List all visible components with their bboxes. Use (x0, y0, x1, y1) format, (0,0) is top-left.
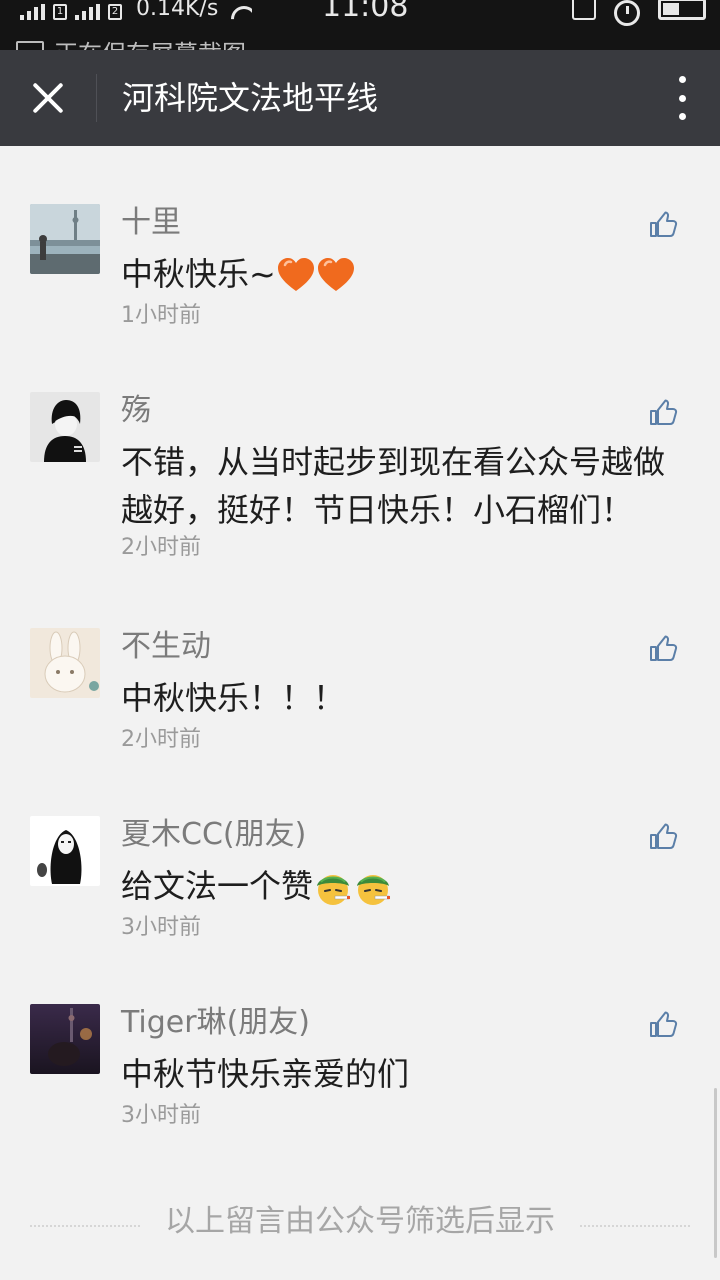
comment-author: 夏木CC(朋友) (121, 817, 307, 852)
comment-author: 不生动 (121, 629, 211, 664)
smoking-face-emoji-icon (313, 868, 353, 908)
comment-text-row: 中秋快乐~ (121, 250, 681, 298)
comment-time: 3小时前 (121, 915, 201, 940)
notification-text: 正在保存屏幕截图 (54, 34, 246, 50)
comment-time: 1小时前 (121, 303, 201, 328)
comment-time: 3小时前 (121, 1103, 201, 1128)
signal-2-icon (75, 4, 100, 20)
avatar[interactable] (30, 204, 100, 274)
more-vertical-icon[interactable] (672, 76, 692, 120)
comment-text: 中秋快乐~ (121, 255, 276, 293)
thumbs-up-icon[interactable] (648, 210, 678, 240)
comment-text: 中秋节快乐亲爱的们 (121, 1055, 410, 1093)
comment-time: 2小时前 (121, 535, 201, 560)
comment-text: 不错，从当时起步到现在看公众号越做越好，挺好！节日快乐！小石榴们！ (121, 443, 666, 529)
header-divider (96, 74, 97, 122)
comment-time: 2小时前 (121, 727, 201, 752)
comment-author: 殇 (121, 393, 151, 428)
heart-emoji-icon (276, 256, 316, 296)
comment-author: 十里 (121, 205, 181, 240)
footer-text: 以上留言由公众号筛选后显示 (165, 1204, 555, 1239)
battery-icon (658, 0, 706, 20)
avatar[interactable] (30, 816, 100, 886)
avatar[interactable] (30, 628, 100, 698)
page-title: 河科院文法地平线 (122, 79, 379, 117)
signal-icon (20, 4, 45, 20)
wifi-icon (230, 4, 252, 20)
status-bar: 1 2 0.14K/s 11:08 正在保存屏幕截图 (0, 0, 720, 50)
screenshot-notification: 正在保存屏幕截图 (16, 34, 246, 50)
avatar[interactable] (30, 392, 100, 462)
thumbs-up-icon[interactable] (648, 634, 678, 664)
network-speed: 0.14K/s (136, 0, 219, 21)
footer-divider-right (580, 1225, 690, 1227)
scrollbar[interactable] (714, 1088, 717, 1258)
thumbs-up-icon[interactable] (648, 822, 678, 852)
comment-text: 中秋快乐！！！ (121, 679, 346, 717)
comments-footer: 以上留言由公众号筛选后显示 (30, 1200, 690, 1244)
image-icon (16, 40, 44, 50)
heart-emoji-icon (316, 256, 356, 296)
sim1-icon: 1 (53, 4, 67, 20)
phone-icon (572, 0, 596, 20)
thumbs-up-icon[interactable] (648, 1010, 678, 1040)
avatar-anime-boy (30, 392, 100, 462)
footer-divider-left (30, 1225, 140, 1227)
comment-text: 给文法一个赞 (121, 867, 314, 905)
comment-author: Tiger琳(朋友) (121, 1005, 310, 1040)
avatar-night-photo (30, 1004, 100, 1074)
avatar-rabbit-drawing (30, 628, 100, 698)
status-right (572, 0, 706, 26)
avatar[interactable] (30, 1004, 100, 1074)
close-icon[interactable] (24, 74, 72, 122)
sim2-icon: 2 (108, 4, 122, 20)
status-time: 11:08 (322, 0, 409, 24)
top-bar: 河科院文法地平线 (0, 50, 720, 146)
alarm-icon (614, 0, 640, 26)
comment-text-row: 给文法一个赞 (121, 862, 681, 910)
avatar-city-photo (30, 204, 100, 274)
smoking-face-emoji-icon (353, 868, 393, 908)
avatar-no-face (30, 816, 100, 886)
status-left: 1 2 0.14K/s (20, 0, 252, 20)
thumbs-up-icon[interactable] (648, 398, 678, 428)
